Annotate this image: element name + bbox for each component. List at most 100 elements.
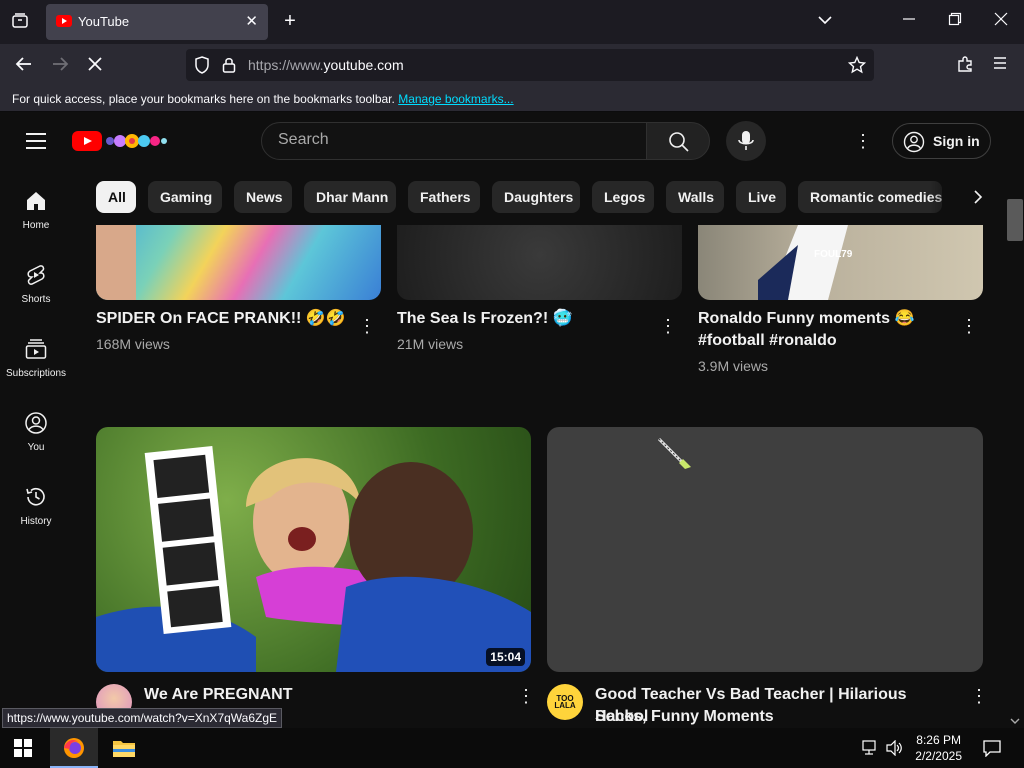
sidebar-item-home[interactable]: Home (0, 183, 72, 257)
doodle-logo-icon[interactable] (104, 130, 168, 152)
sidebar-item-label: Shorts (21, 294, 51, 305)
search-box (261, 122, 647, 160)
bookmarks-toolbar: For quick access, place your bookmarks h… (0, 86, 1024, 112)
sidebar-item-subscriptions[interactable]: Subscriptions (0, 331, 72, 405)
youtube-logo-icon[interactable] (72, 131, 102, 151)
sidebar-item-label: History (20, 516, 52, 527)
video-title[interactable]: SPIDER On FACE PRANK!! 🤣🤣 (96, 308, 346, 330)
hamburger-menu-icon[interactable] (26, 133, 46, 149)
video-menu-kebab-icon[interactable]: ⋮ (358, 316, 376, 336)
close-window-icon[interactable] (990, 12, 1012, 32)
firefox-taskbar-button[interactable] (50, 728, 98, 768)
video-menu-kebab-icon[interactable]: ⋮ (659, 316, 677, 336)
windows-start-icon[interactable] (14, 739, 32, 757)
video-thumbnail-pregnant[interactable]: 15:04 (96, 427, 531, 672)
minimize-window-icon[interactable] (898, 12, 920, 32)
new-tab-icon[interactable]: + (279, 11, 301, 31)
chip-fathers[interactable]: Fathers (408, 181, 480, 213)
browser-tab-bar: YouTube ✕ + (0, 0, 1024, 44)
video-title[interactable]: The Sea Is Frozen?! 🥶 (397, 308, 647, 330)
browser-tab-youtube[interactable]: YouTube ✕ (46, 4, 268, 40)
video-thumbnail-loading[interactable] (547, 427, 983, 672)
network-icon[interactable] (862, 740, 880, 756)
page-scrollbar[interactable] (1006, 113, 1024, 727)
file-explorer-icon[interactable] (112, 737, 136, 759)
firefox-icon (64, 738, 84, 758)
chip-romantic-comedies[interactable]: Romantic comedies (798, 181, 942, 213)
home-icon (27, 192, 45, 210)
tab-overview-icon[interactable] (9, 12, 31, 36)
account-circle-icon (903, 131, 925, 153)
sidebar-item-label: You (27, 442, 45, 453)
notification-center-icon[interactable] (982, 739, 1002, 758)
video-views: 3.9M views (698, 358, 769, 374)
video-thumbnail-spider-prank[interactable] (96, 225, 381, 300)
search-icon (669, 132, 689, 152)
sign-in-label: Sign in (933, 133, 980, 149)
microphone-icon (738, 131, 754, 150)
sidebar-item-shorts[interactable]: Shorts (0, 257, 72, 331)
search-button[interactable] (646, 122, 710, 160)
chip-all[interactable]: All (96, 181, 136, 213)
video-title-line1[interactable]: Ronaldo Funny moments 😂 (698, 308, 948, 330)
clock-time: 8:26 PM (916, 733, 961, 747)
video-views: 21M views (397, 336, 464, 352)
settings-kebab-icon[interactable]: ⋮ (852, 131, 874, 153)
you-icon (25, 412, 47, 434)
extensions-icon[interactable] (954, 55, 976, 79)
forward-arrow-icon (49, 55, 71, 79)
video-thumbnail-sea-frozen[interactable] (397, 225, 682, 300)
video-menu-kebab-icon[interactable]: ⋮ (517, 686, 535, 706)
chip-live[interactable]: Live (736, 181, 786, 213)
chip-news[interactable]: News (234, 181, 292, 213)
voice-search-button[interactable] (726, 121, 766, 161)
list-tabs-chevron-icon[interactable] (814, 12, 836, 34)
chips-next-chevron-icon[interactable] (966, 186, 990, 208)
link-status-url: https://www.youtube.com/watch?v=XnX7qWa6… (2, 708, 283, 728)
video-thumbnail-ronaldo[interactable]: FOUL79 (698, 225, 983, 300)
chip-legos[interactable]: Legos (592, 181, 654, 213)
video-views: 168M views (96, 336, 170, 352)
sidebar-item-history[interactable]: History (0, 479, 72, 553)
chips-fade (930, 181, 960, 213)
subscriptions-icon (25, 339, 47, 359)
search-input[interactable] (278, 131, 618, 149)
video-title-line2[interactable]: Hacks, Funny Moments (595, 706, 955, 728)
sidebar-item-label: Subscriptions (5, 368, 67, 379)
sidebar-item-label: Home (22, 220, 50, 231)
video-duration: 15:04 (486, 648, 525, 666)
history-icon (26, 487, 45, 506)
chip-gaming[interactable]: Gaming (148, 181, 222, 213)
tab-close-icon[interactable]: ✕ (245, 12, 258, 30)
app-menu-icon[interactable] (989, 55, 1011, 77)
sign-in-button[interactable]: Sign in (892, 123, 991, 159)
lock-icon[interactable] (222, 56, 236, 79)
avatar-label: TOO LALA (554, 694, 576, 710)
taskbar-clock[interactable]: 8:26 PM 2/2/2025 (915, 732, 962, 764)
volume-icon[interactable] (886, 739, 904, 757)
video-menu-kebab-icon[interactable]: ⋮ (970, 686, 988, 706)
clock-date: 2/2/2025 (915, 749, 962, 763)
video-menu-kebab-icon[interactable]: ⋮ (960, 316, 978, 336)
youtube-header: ⋮ Sign in (0, 113, 1024, 169)
windows-taskbar: 8:26 PM 2/2/2025 (0, 728, 1024, 768)
sidebar-item-you[interactable]: You (0, 405, 72, 479)
scrollbar-thumb[interactable] (1007, 199, 1023, 241)
url-bar[interactable]: https://www.youtube.com (186, 49, 874, 81)
chip-dhar-mann[interactable]: Dhar Mann (304, 181, 396, 213)
pencil-cursor-icon (657, 437, 691, 469)
chip-daughters[interactable]: Daughters (492, 181, 580, 213)
url-text: https://www.youtube.com (248, 57, 404, 73)
tab-title: YouTube (78, 14, 130, 29)
video-title[interactable]: We Are PREGNANT (144, 684, 484, 706)
manage-bookmarks-link[interactable]: Manage bookmarks... (398, 92, 513, 106)
tracking-shield-icon[interactable] (194, 56, 210, 79)
scroll-down-arrow-icon[interactable] (1010, 713, 1020, 724)
back-arrow-icon[interactable] (13, 55, 35, 79)
bookmark-star-icon[interactable] (847, 55, 867, 79)
stop-loading-icon[interactable] (84, 55, 106, 79)
chip-walls[interactable]: Walls (666, 181, 724, 213)
channel-avatar-toolala[interactable]: TOO LALA (547, 684, 583, 720)
video-title-line2[interactable]: #football #ronaldo (698, 330, 948, 352)
restore-window-icon[interactable] (944, 12, 966, 32)
